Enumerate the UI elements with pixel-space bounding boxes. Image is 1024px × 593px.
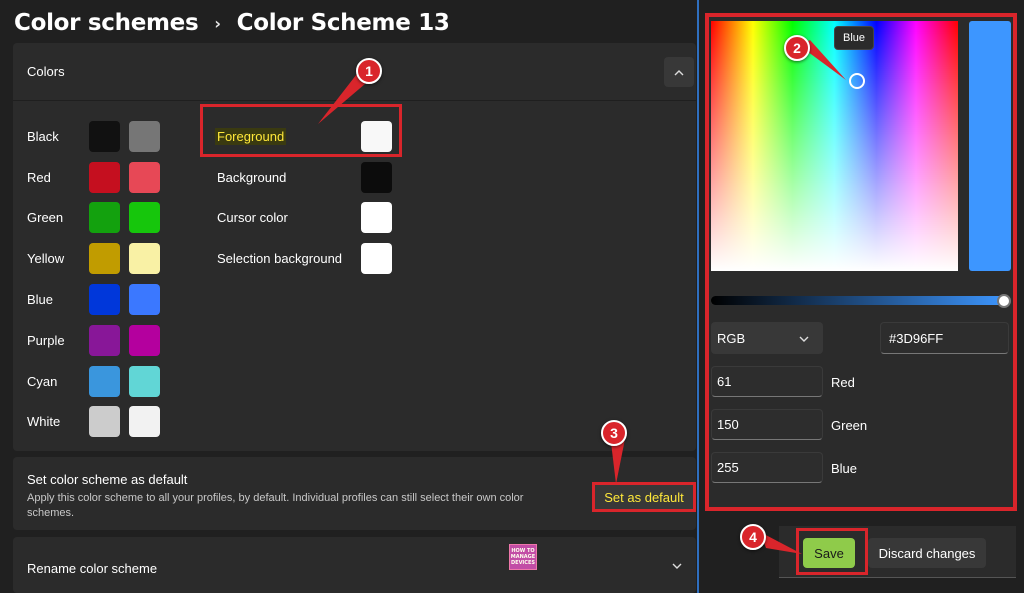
swatch-white[interactable] (89, 405, 120, 437)
property-row-background: Background (217, 161, 392, 193)
swatch-blue[interactable] (89, 283, 120, 315)
color-row-blue: Blue (27, 283, 169, 315)
swatch-bright-purple[interactable] (129, 324, 160, 356)
blue-label: Blue (831, 461, 858, 476)
swatch-background[interactable] (361, 161, 392, 193)
color-mode-select[interactable]: RGB (711, 322, 823, 354)
set-default-card: Set color scheme as default Apply this c… (13, 457, 696, 530)
callout-1: 1 (356, 58, 382, 84)
color-label: Green (27, 209, 64, 225)
color-mode-value: RGB (717, 330, 746, 346)
color-row-black: Black (27, 120, 169, 152)
rename-title: Rename color scheme (27, 561, 158, 576)
collapse-button[interactable] (664, 57, 694, 87)
action-bar: Save Discard changes (779, 526, 1016, 578)
value-slider-thumb[interactable] (997, 294, 1011, 308)
property-row-cursor: Cursor color (217, 201, 392, 233)
swatch-bright-white[interactable] (129, 405, 160, 437)
color-label: White (27, 413, 61, 429)
color-row-yellow: Yellow (27, 242, 169, 274)
page-title: Color Scheme 13 (236, 10, 450, 36)
swatch-bright-cyan[interactable] (129, 365, 160, 397)
color-label: Blue (27, 291, 54, 307)
color-label: Yellow (27, 250, 65, 266)
hex-input[interactable]: #3D96FF (880, 322, 1009, 354)
color-picker-highlight-box: Blue RGB #3D96FF 61 Red 150 Green 255 Bl… (705, 13, 1017, 511)
color-label: Black (27, 128, 59, 144)
chevron-up-icon (674, 65, 684, 79)
red-input[interactable]: 61 (711, 366, 823, 397)
breadcrumb: Color schemes › Color Scheme 13 (14, 6, 450, 40)
blue-input[interactable]: 255 (711, 452, 823, 483)
value-slider[interactable] (711, 296, 1007, 305)
swatch-bright-blue[interactable] (129, 283, 160, 315)
chevron-down-icon (799, 331, 809, 346)
breadcrumb-parent[interactable]: Color schemes (14, 10, 199, 36)
red-label: Red (831, 375, 855, 390)
set-default-description: Apply this color scheme to all your prof… (27, 492, 524, 519)
color-row-green: Green (27, 201, 169, 233)
watermark-logo: HOW TO MANAGE DEVICES (509, 544, 537, 570)
swatch-yellow[interactable] (89, 242, 120, 274)
property-row-selection: Selection background (217, 242, 392, 274)
color-row-cyan: Cyan (27, 365, 169, 397)
green-label: Green (831, 418, 868, 433)
callout-4: 4 (740, 524, 766, 550)
color-preview (969, 21, 1011, 271)
property-label: Cursor color (217, 209, 288, 225)
swatch-bright-red[interactable] (129, 161, 160, 193)
color-row-white: White (27, 405, 169, 437)
callout-2: 2 (784, 35, 810, 61)
callout-3: 3 (601, 420, 627, 446)
swatch-black[interactable] (89, 120, 120, 152)
swatch-selection-background[interactable] (361, 242, 392, 274)
discard-changes-button[interactable]: Discard changes (868, 538, 986, 568)
swatch-bright-yellow[interactable] (129, 242, 160, 274)
color-picker-panel: Blue RGB #3D96FF 61 Red 150 Green 255 Bl… (699, 0, 1024, 593)
swatch-red[interactable] (89, 161, 120, 193)
chevron-down-icon[interactable] (672, 559, 682, 573)
logo-line: DEVICES (511, 560, 535, 566)
color-label: Cyan (27, 373, 58, 389)
property-label: Selection background (217, 250, 343, 266)
green-input[interactable]: 150 (711, 409, 823, 440)
property-label: Background (217, 169, 287, 185)
color-label: Red (27, 169, 51, 185)
colors-title: Colors (27, 64, 65, 79)
swatch-bright-green[interactable] (129, 201, 160, 233)
color-row-purple: Purple (27, 324, 169, 356)
swatch-cyan[interactable] (89, 365, 120, 397)
rename-card[interactable]: Rename color scheme HOW TO MANAGE DEVICE… (13, 537, 696, 593)
color-label: Purple (27, 332, 65, 348)
swatch-cursor[interactable] (361, 201, 392, 233)
swatch-bright-black[interactable] (129, 120, 160, 152)
color-row-red: Red (27, 161, 169, 193)
set-default-title: Set color scheme as default (27, 472, 188, 487)
swatch-purple[interactable] (89, 324, 120, 356)
breadcrumb-separator: › (214, 13, 221, 33)
swatch-green[interactable] (89, 201, 120, 233)
